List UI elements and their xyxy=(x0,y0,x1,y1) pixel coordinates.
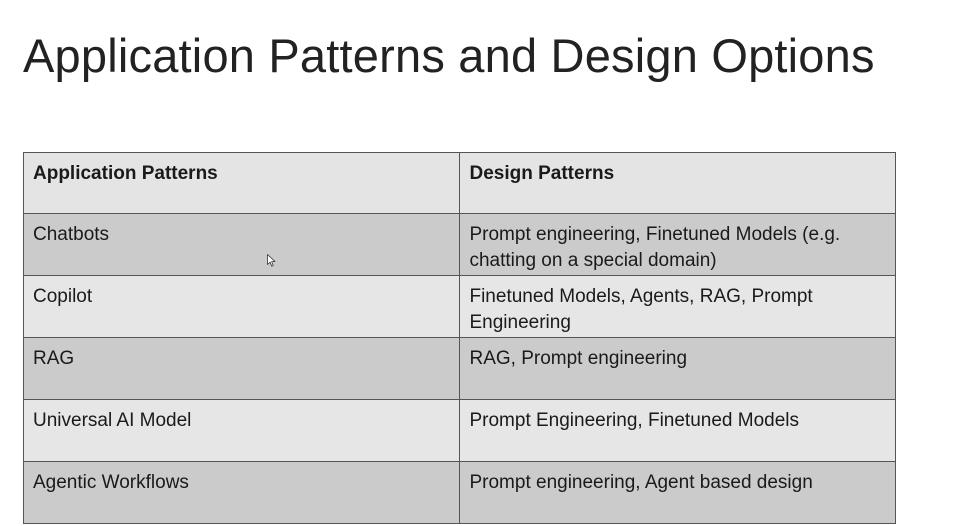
header-application-patterns: Application Patterns xyxy=(22,152,461,214)
table-row: Agentic Workflows Prompt engineering, Ag… xyxy=(22,461,896,524)
design-cell: Prompt Engineering, Finetuned Models xyxy=(459,399,896,462)
design-cell: Finetuned Models, Agents, RAG, Prompt En… xyxy=(459,275,896,338)
slide-title: Application Patterns and Design Options xyxy=(23,29,875,82)
patterns-table: Application Patterns Design Patterns Cha… xyxy=(22,152,896,524)
application-cell: Agentic Workflows xyxy=(22,461,461,524)
header-design-patterns: Design Patterns xyxy=(459,152,896,214)
mouse-pointer-icon xyxy=(267,254,276,267)
application-cell: RAG xyxy=(22,337,461,400)
application-cell: Copilot xyxy=(22,275,461,338)
design-cell: RAG, Prompt engineering xyxy=(459,337,896,400)
design-cell: Prompt engineering, Finetuned Models (e.… xyxy=(459,213,896,276)
table-row: Copilot Finetuned Models, Agents, RAG, P… xyxy=(22,275,896,338)
application-cell: Universal AI Model xyxy=(22,399,461,462)
application-cell: Chatbots xyxy=(22,213,461,276)
design-cell: Prompt engineering, Agent based design xyxy=(459,461,896,524)
table-row: Chatbots Prompt engineering, Finetuned M… xyxy=(22,213,896,276)
table-row: Universal AI Model Prompt Engineering, F… xyxy=(22,399,896,462)
table-header-row: Application Patterns Design Patterns xyxy=(22,152,896,214)
table-row: RAG RAG, Prompt engineering xyxy=(22,337,896,400)
